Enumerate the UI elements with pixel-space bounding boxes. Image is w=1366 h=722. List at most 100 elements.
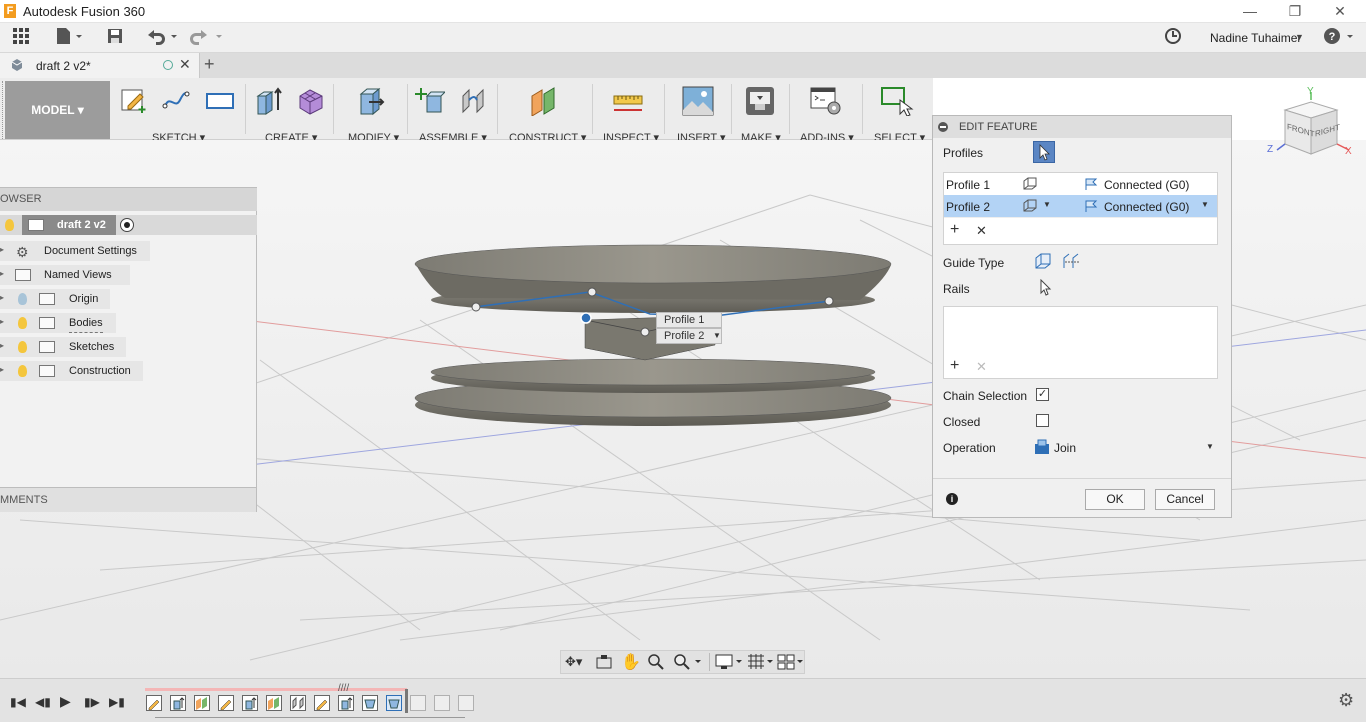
- timeline-suppressed-feature-icon[interactable]: [458, 695, 474, 711]
- scripts-addins-icon[interactable]: [810, 86, 841, 115]
- timeline-last-icon[interactable]: ▶▮: [109, 695, 125, 709]
- pan-hand-icon[interactable]: ✋: [621, 652, 641, 672]
- expand-arrow-icon[interactable]: ▸: [0, 293, 4, 302]
- measure-icon[interactable]: [612, 86, 643, 114]
- visibility-bulb-icon[interactable]: [18, 317, 27, 329]
- view-cube[interactable]: FRONT RIGHT Y X Z: [1265, 86, 1360, 180]
- zoom-window-icon[interactable]: [673, 653, 703, 671]
- timeline-loft-feature-active-icon[interactable]: [386, 695, 402, 711]
- timeline-marker[interactable]: [405, 689, 408, 713]
- profile-row-1[interactable]: Profile 1 Connected (G0): [944, 173, 1217, 195]
- chain-selection-checkbox[interactable]: ✓: [1036, 388, 1049, 401]
- timeline-sketch-feature-icon[interactable]: [314, 695, 330, 711]
- insert-image-icon[interactable]: [682, 86, 714, 116]
- collapse-icon[interactable]: [938, 122, 948, 132]
- add-profile-plus-icon[interactable]: +: [950, 221, 959, 239]
- close-window-button[interactable]: ✕: [1330, 2, 1350, 20]
- timeline-sketch-feature-icon[interactable]: [218, 695, 234, 711]
- activate-radio-icon[interactable]: [120, 218, 134, 232]
- timeline-loft-feature-icon[interactable]: [362, 695, 378, 711]
- timeline-next-icon[interactable]: ▮▶: [84, 695, 100, 709]
- look-at-icon[interactable]: [595, 654, 613, 670]
- document-tab[interactable]: draft 2 v2* ✕: [0, 53, 200, 78]
- tangency-icon[interactable]: [1022, 199, 1038, 213]
- visibility-bulb-icon[interactable]: [5, 219, 14, 231]
- select-window-icon[interactable]: [880, 86, 914, 117]
- guide-type-centerline-icon[interactable]: [1061, 252, 1081, 272]
- closed-checkbox[interactable]: [1036, 414, 1049, 427]
- expand-arrow-icon[interactable]: ▸: [0, 341, 4, 350]
- undo-icon[interactable]: [144, 27, 180, 49]
- file-menu-icon[interactable]: [54, 27, 84, 49]
- continuity-flag-icon[interactable]: [1084, 199, 1100, 213]
- user-menu-chevron-down-icon[interactable]: ▼: [1295, 32, 1304, 42]
- restore-button[interactable]: ❐: [1285, 2, 1305, 20]
- timeline-joint-feature-icon[interactable]: [290, 695, 306, 711]
- 3d-print-icon[interactable]: [745, 86, 774, 115]
- timeline-previous-icon[interactable]: ◀▮: [35, 695, 51, 709]
- expand-arrow-icon[interactable]: ▸: [0, 269, 4, 278]
- workspace-switcher[interactable]: MODEL ▾: [5, 81, 110, 139]
- timeline-extrude-feature-icon[interactable]: [170, 695, 186, 711]
- ok-button[interactable]: OK: [1085, 489, 1145, 510]
- browser-root-row[interactable]: draft 2 v2: [0, 215, 257, 235]
- help-icon[interactable]: ?: [1322, 27, 1358, 49]
- apps-grid-icon[interactable]: [10, 27, 32, 49]
- rails-list[interactable]: + ✕: [943, 306, 1218, 379]
- timeline-play-icon[interactable]: ▶: [60, 693, 71, 710]
- display-settings-icon[interactable]: [715, 653, 745, 671]
- timeline-first-icon[interactable]: ▮◀: [10, 695, 26, 709]
- orbit-icon[interactable]: ✥▾: [565, 654, 591, 670]
- info-icon[interactable]: i: [946, 493, 958, 505]
- timeline-sketch-feature-icon[interactable]: [146, 695, 162, 711]
- press-pull-icon[interactable]: [355, 86, 385, 116]
- remove-rail-x-icon[interactable]: ✕: [976, 359, 987, 375]
- profile2-callout[interactable]: Profile 2 ▼: [656, 328, 722, 344]
- extrude-icon[interactable]: [254, 86, 282, 115]
- browser-item-construction[interactable]: ▸ Construction: [0, 361, 143, 381]
- browser-item-named-views[interactable]: ▸ Named Views: [0, 265, 130, 285]
- user-account-menu[interactable]: Nadine Tuhaimer: [1210, 31, 1301, 45]
- guide-type-rails-icon[interactable]: [1033, 252, 1053, 272]
- timeline-settings-gear-icon[interactable]: ⚙: [1338, 690, 1354, 711]
- redo-icon[interactable]: [189, 27, 225, 49]
- timeline-suppressed-feature-icon[interactable]: [410, 695, 426, 711]
- profiles-select-cursor-icon[interactable]: [1033, 141, 1055, 163]
- job-status-clock-icon[interactable]: [1163, 27, 1183, 49]
- form-icon[interactable]: [296, 86, 324, 115]
- remove-profile-x-icon[interactable]: ✕: [976, 223, 987, 239]
- offset-plane-icon[interactable]: [530, 86, 558, 117]
- timeline-suppressed-feature-icon[interactable]: [434, 695, 450, 711]
- new-component-icon[interactable]: [415, 86, 447, 114]
- tangency-chevron-down-icon[interactable]: ▼: [1043, 200, 1051, 209]
- cancel-button[interactable]: Cancel: [1155, 489, 1215, 510]
- profile1-callout[interactable]: Profile 1: [656, 312, 722, 328]
- grid-settings-icon[interactable]: [747, 653, 775, 671]
- browser-item-sketches[interactable]: ▸ Sketches: [0, 337, 126, 357]
- tangency-icon[interactable]: [1022, 177, 1038, 191]
- expand-arrow-icon[interactable]: ▸: [0, 365, 4, 374]
- timeline-plane-feature-icon[interactable]: [266, 695, 282, 711]
- visibility-bulb-icon[interactable]: [18, 341, 27, 353]
- timeline-extrude-feature-icon[interactable]: [338, 695, 354, 711]
- minimize-button[interactable]: —: [1240, 2, 1260, 20]
- new-tab-plus-icon[interactable]: +: [204, 54, 215, 75]
- browser-header[interactable]: OWSER: [0, 188, 257, 211]
- spline-icon[interactable]: [162, 86, 190, 114]
- expand-arrow-icon[interactable]: ▸: [0, 245, 4, 254]
- close-tab-icon[interactable]: ✕: [179, 56, 191, 73]
- expand-arrow-icon[interactable]: ▸: [0, 317, 4, 326]
- timeline-extrude-feature-icon[interactable]: [242, 695, 258, 711]
- profile-row-2[interactable]: Profile 2 ▼ Connected (G0) ▼: [944, 195, 1217, 217]
- timeline-plane-feature-icon[interactable]: [194, 695, 210, 711]
- browser-item-bodies[interactable]: ▸ Bodies: [0, 313, 116, 333]
- joint-icon[interactable]: [459, 86, 487, 114]
- create-sketch-icon[interactable]: [120, 86, 148, 114]
- continuity-chevron-down-icon[interactable]: ▼: [1201, 200, 1209, 209]
- operation-select[interactable]: Join ▼: [1032, 436, 1218, 458]
- add-rail-plus-icon[interactable]: +: [950, 357, 959, 375]
- comments-header[interactable]: MMENTS: [0, 487, 256, 512]
- dialog-header[interactable]: EDIT FEATURE: [933, 116, 1231, 138]
- visibility-bulb-icon[interactable]: [18, 365, 27, 377]
- continuity-flag-icon[interactable]: [1084, 177, 1100, 191]
